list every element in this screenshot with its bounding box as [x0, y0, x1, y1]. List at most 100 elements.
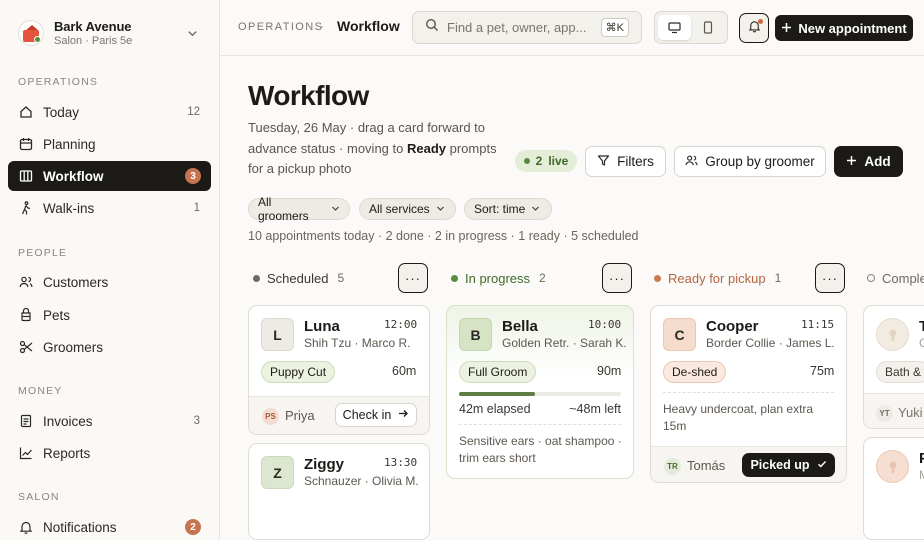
appointments-summary: 10 appointments today · 2 done · 2 in pr… [248, 229, 639, 243]
appointment-card-luna[interactable]: L Luna Shih Tzu · Marco R. 12:00 Puppy C… [248, 305, 430, 435]
paw-icon [19, 308, 33, 322]
column-menu-button[interactable]: ··· [398, 263, 428, 293]
sidebar-item-notifications[interactable]: Notifications 2 [8, 512, 211, 540]
check-in-label: Check in [342, 408, 392, 422]
pet-avatar: L [261, 318, 294, 351]
duration: 60m [392, 364, 417, 378]
divider [663, 392, 834, 393]
divider [459, 424, 621, 425]
breadcrumb-root[interactable]: OPERATIONS [238, 21, 323, 33]
appointment-time: 13:30 [384, 456, 418, 469]
filters-label: Filters [617, 154, 654, 169]
picked-up-button[interactable]: Picked up [742, 453, 835, 477]
bell-icon [19, 520, 33, 534]
chevron-down-icon [531, 202, 540, 216]
progress-fill [459, 392, 536, 396]
nav-section-people: PEOPLE [18, 247, 68, 259]
groomer-avatar: PS [262, 408, 279, 425]
more-icon: ··· [609, 270, 625, 286]
chip-label: All groomers [258, 195, 309, 223]
breadcrumb-current: Workflow [337, 18, 400, 34]
sort-chip[interactable]: Sort: time [464, 198, 552, 220]
sidebar-item-badge: 2 [185, 519, 201, 535]
service-tag: Bath & [876, 361, 924, 383]
sidebar-item-walk-ins[interactable]: Walk-ins 1 [8, 193, 211, 223]
sidebar-item-groomers[interactable]: Groomers [8, 332, 211, 362]
groomer-name: Priya [285, 408, 315, 423]
users-icon [685, 154, 698, 170]
pet-avatar: Z [261, 456, 294, 489]
add-button[interactable]: Add [834, 146, 903, 177]
sidebar-item-reports[interactable]: Reports [8, 438, 211, 468]
breadcrumb-separator: · [320, 19, 324, 33]
picked-up-label: Picked up [750, 458, 810, 472]
column-header-scheduled: Scheduled 5 [253, 270, 344, 286]
pet-breed-owner: Schnauzer · Olivia M. [304, 474, 419, 488]
pet-name: Ziggy [304, 456, 344, 473]
pet-breed-owner: C [919, 336, 924, 350]
trend-chart-icon [19, 446, 33, 460]
live-badge: 2 live [515, 150, 577, 172]
column-menu-button[interactable]: ··· [815, 263, 845, 293]
sidebar-item-count: 3 [193, 415, 200, 427]
live-dot [523, 158, 530, 164]
card-footer: PS Priya Check in [249, 396, 429, 434]
sidebar-item-today[interactable]: Today 12 [8, 97, 211, 127]
column-menu-button[interactable]: ··· [602, 263, 632, 293]
org-subtitle: Salon · Paris 5e [54, 35, 133, 47]
filter-chip-services[interactable]: All services [359, 198, 456, 220]
pet-initial: T [919, 318, 924, 335]
status-dot [654, 274, 661, 282]
sidebar-item-customers[interactable]: Customers [8, 267, 211, 297]
appointment-card-completed-2[interactable]: P M [863, 437, 924, 540]
pet-name: Bella [502, 318, 538, 335]
scissors-icon [19, 340, 33, 354]
check-in-button[interactable]: Check in [335, 403, 417, 427]
new-appointment-label: New appointment [798, 20, 907, 36]
appointment-card-ziggy[interactable]: Z Ziggy Schnauzer · Olivia M. 13:30 [248, 443, 430, 540]
page-title: Workflow [248, 80, 369, 111]
appointment-card-bella[interactable]: B Bella Golden Retr. · Sarah K. 10:00 Fu… [446, 305, 634, 479]
appointment-card-completed[interactable]: T C Bath & YT Yuki [863, 305, 924, 429]
sidebar-item-pets[interactable]: Pets [8, 300, 211, 330]
sidebar-item-workflow[interactable]: Workflow 3 [8, 161, 211, 191]
mobile-view-icon[interactable] [691, 15, 724, 40]
column-header-ready: Ready for pickup 1 [654, 270, 781, 286]
column-count: 1 [774, 271, 782, 285]
sidebar-item-count: 12 [187, 106, 200, 118]
plus-icon [781, 21, 792, 36]
arrow-right-icon [398, 408, 409, 422]
sidebar-item-label: Customers [43, 274, 109, 290]
status-dot [451, 274, 458, 282]
chevron-down-icon [436, 202, 445, 216]
pet-name: Cooper [706, 318, 759, 335]
sidebar-item-invoices[interactable]: Invoices 3 [8, 406, 211, 436]
walking-icon [19, 201, 33, 215]
home-icon [19, 105, 33, 119]
column-title: Ready for pickup [668, 270, 766, 286]
sidebar-item-label: Workflow [43, 168, 104, 184]
more-icon: ··· [822, 270, 838, 286]
search-box[interactable]: ⌘K [412, 11, 642, 44]
sidebar-item-planning[interactable]: Planning [8, 129, 211, 159]
new-appointment-button[interactable]: New appointment [775, 15, 913, 41]
search-input[interactable] [447, 20, 597, 35]
calendar-icon [19, 137, 33, 151]
sidebar-item-count: 1 [193, 202, 200, 214]
progress-bar [459, 392, 621, 396]
desktop-view-icon[interactable] [658, 15, 691, 40]
notifications-button[interactable] [739, 13, 769, 43]
filters-button[interactable]: Filters [585, 146, 666, 177]
filter-chip-groomers[interactable]: All groomers [248, 195, 350, 223]
page-description: Tuesday, 26 May · drag a card forward to… [248, 118, 513, 180]
appointment-card-cooper[interactable]: C Cooper Border Collie · James L. 11:15 … [650, 305, 847, 483]
duration: 90m [597, 364, 622, 378]
group-by-groomer-button[interactable]: Group by groomer [674, 146, 826, 177]
org-switcher[interactable]: Bark Avenue Salon · Paris 5e [18, 16, 204, 50]
search-icon [425, 18, 439, 37]
appointment-time: 11:15 [801, 318, 835, 331]
sidebar-item-badge: 3 [185, 168, 201, 184]
check-icon [817, 458, 827, 472]
appointment-time: 10:00 [588, 318, 622, 331]
pet-avatar: C [663, 318, 696, 351]
